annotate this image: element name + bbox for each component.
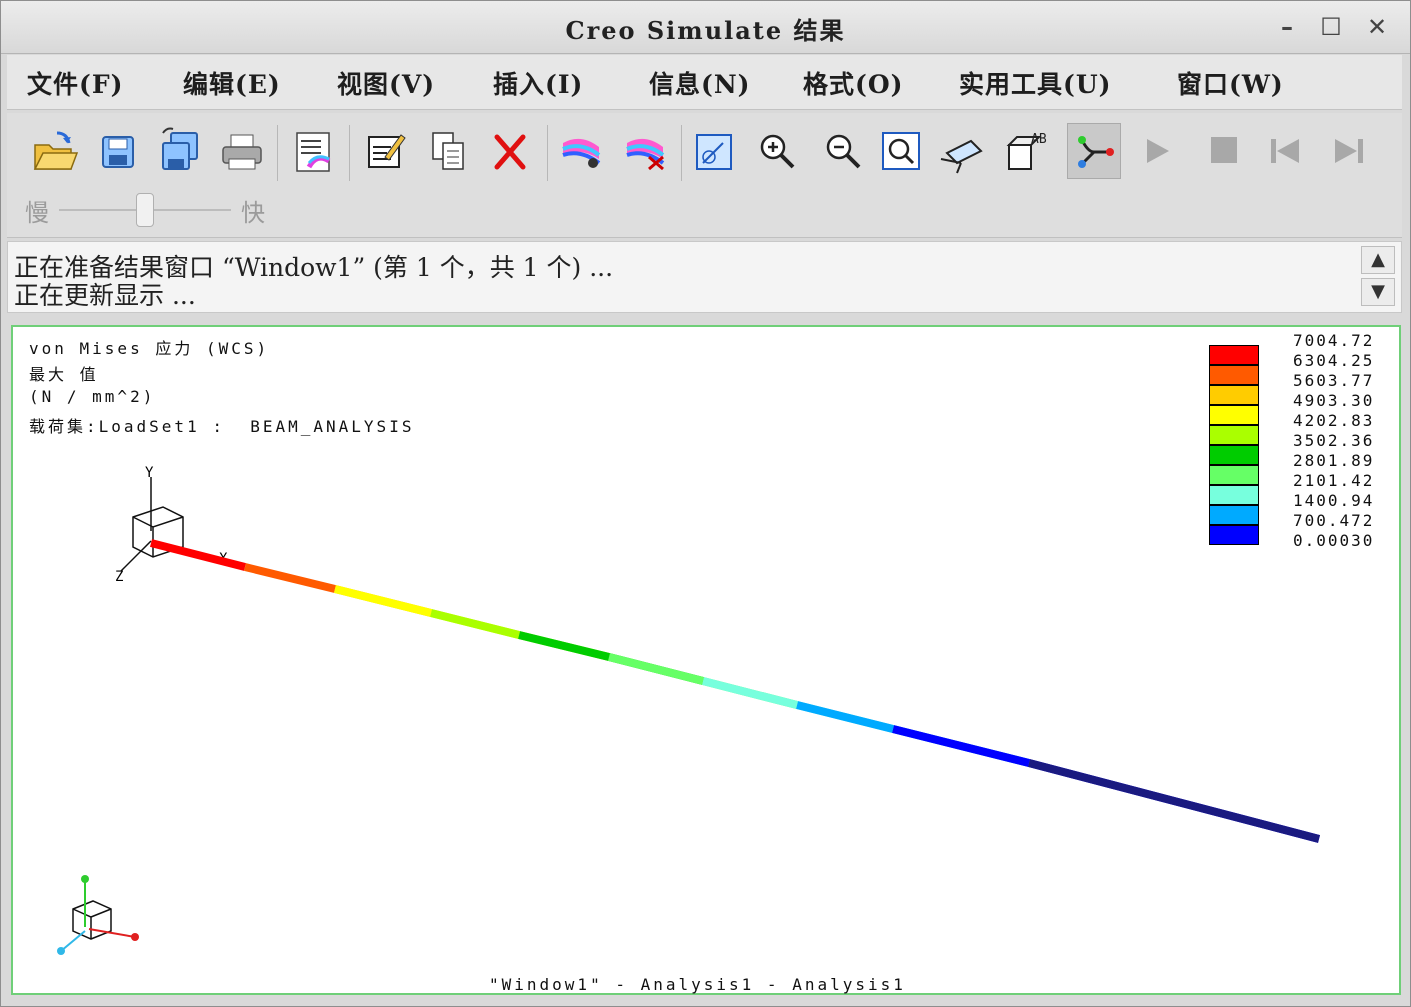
zoom-out-icon[interactable] — [815, 123, 869, 179]
message-area: 正在准备结果窗口 “Window1” (第 1 个，共 1 个) ... 正在更… — [7, 241, 1402, 313]
title-bar[interactable]: Creo Simulate 结果 – ☐ ✕ — [1, 1, 1410, 54]
toolbar-separator — [349, 125, 350, 181]
first-frame-icon[interactable] — [1259, 123, 1313, 179]
toolbar: AB 慢 快 — [7, 113, 1402, 238]
beam-segment — [244, 563, 336, 593]
print-icon[interactable] — [215, 123, 269, 179]
beam-segment — [150, 539, 246, 571]
menu-view[interactable]: 视图(V) — [337, 65, 435, 101]
annotation-icon[interactable]: AB — [1001, 123, 1055, 179]
toolbar-separator — [547, 125, 548, 181]
model-csys-icon: Y Z X — [115, 465, 228, 585]
beam-segment — [892, 725, 1030, 767]
copy-icon[interactable] — [421, 123, 475, 179]
menu-file[interactable]: 文件(F) — [27, 65, 123, 101]
animation-icon[interactable] — [1067, 123, 1121, 179]
menu-insert[interactable]: 插入(I) — [493, 65, 583, 101]
menu-utilities[interactable]: 实用工具(U) — [959, 65, 1111, 101]
save-icon[interactable] — [91, 123, 145, 179]
speed-slider-thumb[interactable] — [136, 193, 154, 227]
menu-edit[interactable]: 编辑(E) — [183, 65, 281, 101]
delete-icon[interactable] — [483, 123, 537, 179]
edit-definition-icon[interactable] — [359, 123, 413, 179]
menu-window[interactable]: 窗口(W) — [1177, 65, 1284, 101]
close-button[interactable]: ✕ — [1363, 13, 1391, 41]
view-triad-icon — [57, 875, 139, 955]
toolbar-separator — [681, 125, 682, 181]
orient-icon[interactable] — [937, 123, 991, 179]
open-folder-icon[interactable] — [27, 123, 81, 179]
viewport-caption: "Window1" - Analysis1 - Analysis1 — [489, 975, 906, 994]
menu-format[interactable]: 格式(O) — [803, 65, 903, 101]
beam-segment — [702, 677, 798, 709]
scroll-down-button[interactable]: ▼ — [1361, 278, 1395, 306]
beam-segment — [608, 653, 704, 685]
result-viewport[interactable]: von Mises 应力 (WCS) 最大 值 (N / mm^2) 载荷集:L… — [11, 325, 1401, 995]
message-line-2: 正在更新显示 ... — [14, 281, 196, 310]
svg-text:Y: Y — [145, 465, 154, 481]
last-frame-icon[interactable] — [1323, 123, 1377, 179]
scroll-up-button[interactable]: ▲ — [1361, 246, 1395, 274]
window-title: Creo Simulate 结果 — [565, 16, 846, 45]
zoom-in-icon[interactable] — [749, 123, 803, 179]
maximize-button[interactable]: ☐ — [1317, 13, 1345, 41]
speed-slow-label: 慢 — [25, 199, 49, 227]
beam-plot: Y Z X — [57, 465, 1321, 955]
beam-segment — [430, 609, 520, 639]
result-window-list-icon[interactable] — [287, 123, 341, 179]
svg-text:AB: AB — [1031, 132, 1047, 147]
toolbar-separator — [277, 125, 278, 181]
svg-text:Z: Z — [115, 569, 123, 585]
refit-icon[interactable] — [875, 123, 929, 179]
hide-result-icon[interactable] — [619, 123, 673, 179]
result-window: Creo Simulate 结果 – ☐ ✕ 文件(F) 编辑(E) 视图(V)… — [0, 0, 1411, 1007]
play-icon[interactable] — [1131, 123, 1185, 179]
beam-segment — [334, 585, 432, 617]
beam-segment — [1027, 759, 1321, 843]
speed-fast-label: 快 — [241, 199, 265, 227]
menu-bar: 文件(F) 编辑(E) 视图(V) 插入(I) 信息(N) 格式(O) 实用工具… — [7, 55, 1402, 110]
minimize-button[interactable]: – — [1273, 13, 1301, 41]
beam-segment — [796, 701, 894, 733]
view-icon[interactable] — [687, 123, 741, 179]
stop-icon[interactable] — [1197, 123, 1251, 179]
menu-info[interactable]: 信息(N) — [649, 65, 751, 101]
show-result-icon[interactable] — [555, 123, 609, 179]
save-copy-icon[interactable] — [153, 123, 207, 179]
beam-segment — [518, 631, 610, 661]
